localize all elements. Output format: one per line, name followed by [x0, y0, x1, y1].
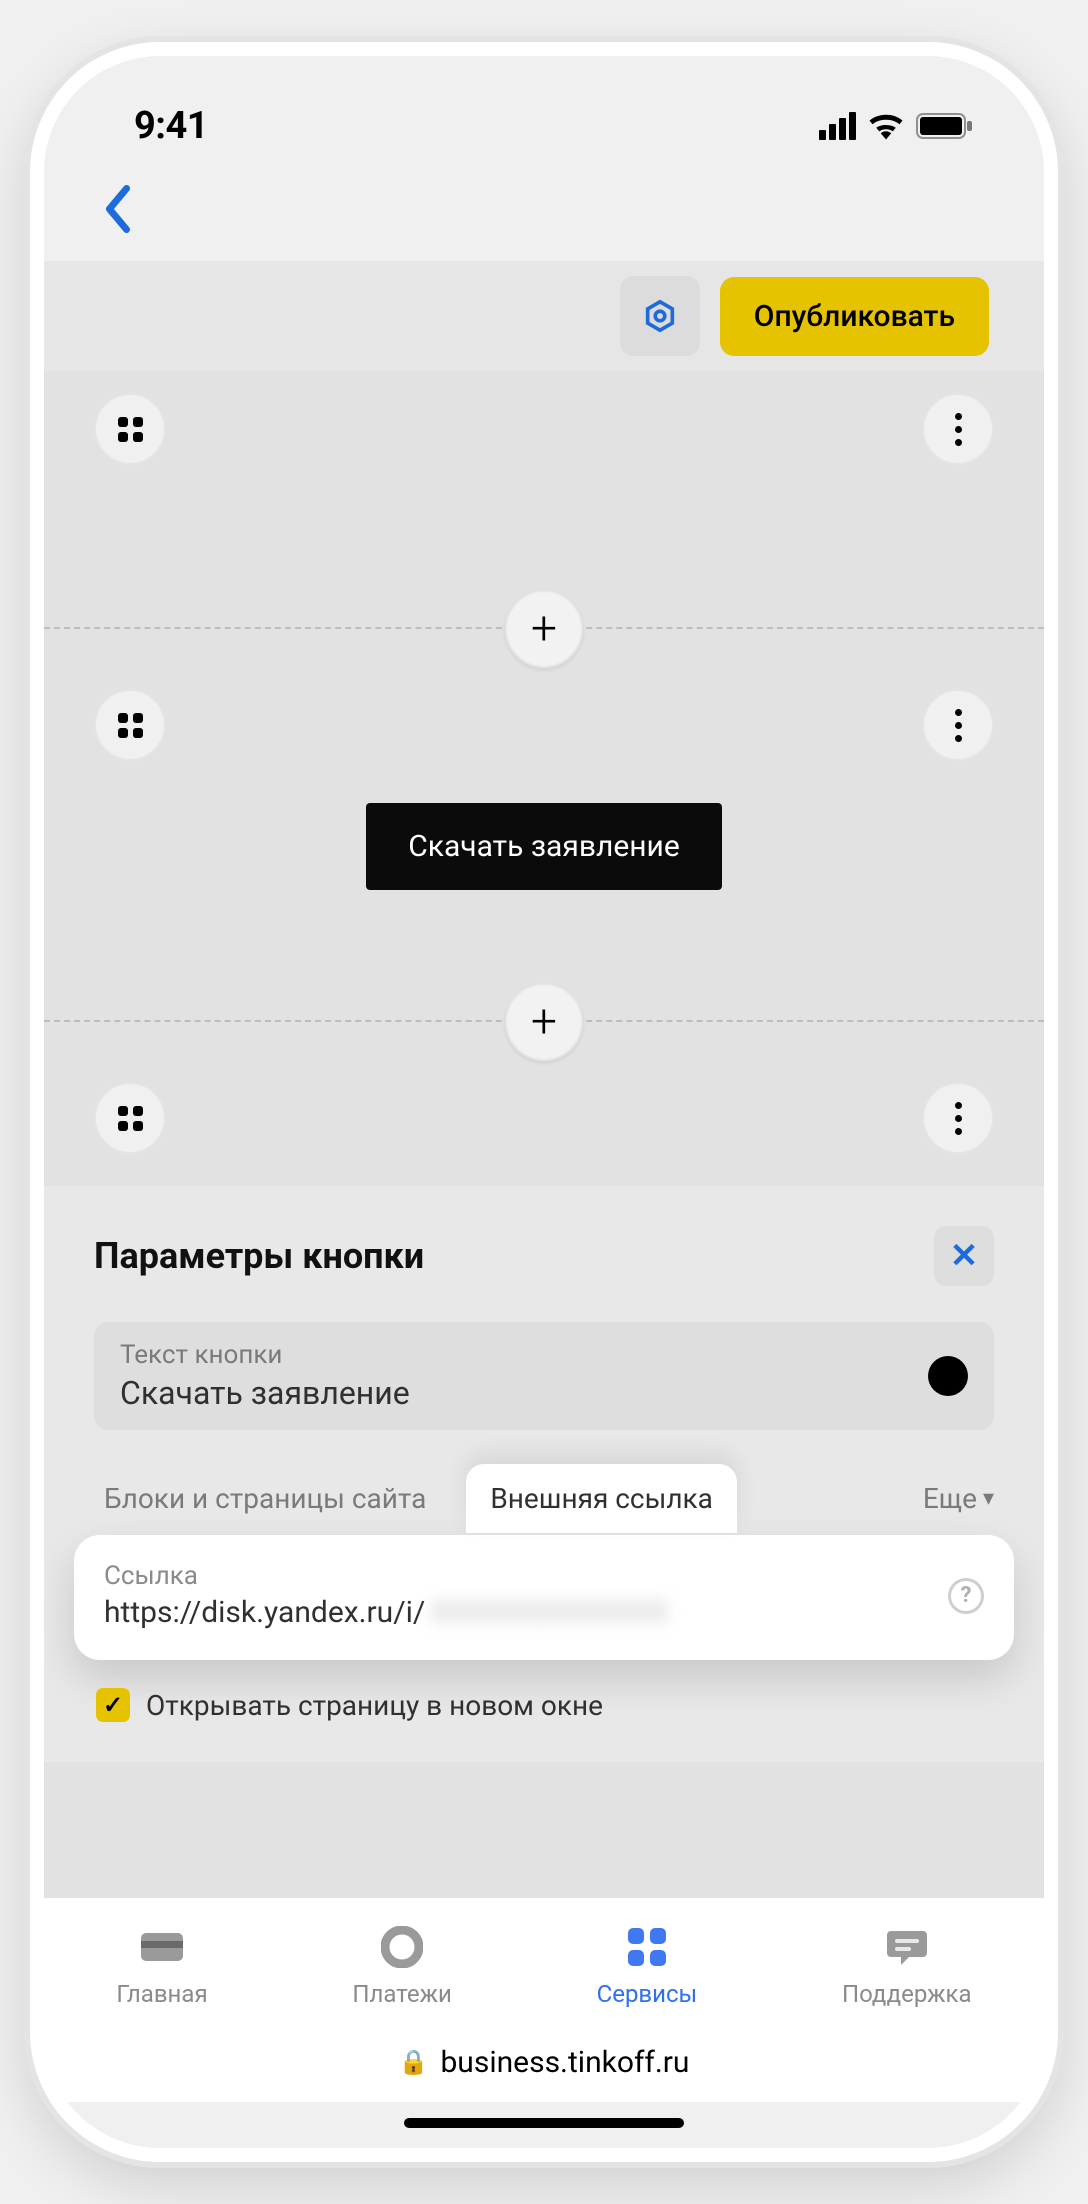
add-block-button[interactable]: + — [505, 590, 583, 668]
more-vertical-icon — [955, 1102, 962, 1135]
editor-block: Скачать заявление — [44, 667, 1044, 1020]
block-more-button[interactable] — [922, 393, 994, 465]
close-icon: ✕ — [950, 1236, 979, 1276]
back-chevron-icon[interactable] — [104, 185, 132, 243]
nav-back-row — [44, 166, 1044, 261]
panel-close-button[interactable]: ✕ — [934, 1226, 994, 1286]
nav-services[interactable]: Сервисы — [597, 1924, 698, 2008]
chevron-down-icon: ▾ — [983, 1486, 994, 1511]
circle-icon — [379, 1924, 425, 1970]
grip-icon — [118, 1106, 143, 1131]
signal-icon — [819, 112, 856, 140]
nav-payments[interactable]: Платежи — [352, 1924, 451, 2008]
bottom-nav: Главная Платежи Сервисы — [44, 1897, 1044, 2022]
link-field-label: Ссылка — [104, 1561, 948, 1591]
status-bar: 9:41 — [44, 56, 1044, 166]
publish-button[interactable]: Опубликовать — [720, 277, 989, 356]
block-more-button[interactable] — [922, 689, 994, 761]
button-params-panel: Параметры кнопки ✕ Текст кнопки Скачать … — [44, 1186, 1044, 1762]
lock-icon: 🔒 — [399, 2048, 429, 2076]
block-more-button[interactable] — [922, 1082, 994, 1154]
drag-handle[interactable] — [94, 393, 166, 465]
settings-button[interactable] — [620, 276, 700, 356]
gear-icon — [641, 297, 679, 335]
grip-icon — [118, 417, 143, 442]
button-color-swatch[interactable] — [928, 1356, 968, 1396]
nav-label: Платежи — [352, 1980, 451, 2008]
tab-site-blocks[interactable]: Блоки и страницы сайта — [94, 1464, 436, 1533]
grid-icon — [624, 1924, 670, 1970]
nav-home[interactable]: Главная — [116, 1924, 207, 2008]
editor-block — [44, 371, 1044, 627]
field-value: Скачать заявление — [120, 1374, 410, 1412]
link-field-value: https://disk.yandex.ru/i/ — [104, 1595, 425, 1630]
checkbox-label: Открывать страницу в новом окне — [146, 1689, 603, 1722]
wifi-icon — [868, 112, 904, 140]
status-icons — [819, 112, 974, 140]
battery-icon — [916, 112, 974, 140]
open-new-window-checkbox[interactable]: ✓ Открывать страницу в новом окне — [94, 1688, 994, 1722]
drag-handle[interactable] — [94, 1082, 166, 1154]
more-vertical-icon — [955, 413, 962, 446]
nav-label: Поддержка — [842, 1980, 972, 2008]
status-time: 9:41 — [134, 104, 208, 148]
more-vertical-icon — [955, 709, 962, 742]
editor-canvas: + Скачать заявление + — [44, 371, 1044, 1897]
link-obscured-part: XXXXXXXXXXXX — [431, 1595, 669, 1630]
home-indicator[interactable] — [404, 2118, 684, 2128]
download-button-preview[interactable]: Скачать заявление — [366, 803, 722, 890]
drag-handle[interactable] — [94, 689, 166, 761]
tab-more[interactable]: Еще ▾ — [923, 1482, 994, 1515]
tab-external-link[interactable]: Внешняя ссылка — [466, 1464, 737, 1533]
browser-url-bar[interactable]: 🔒 business.tinkoff.ru — [44, 2022, 1044, 2102]
checkbox-checked-icon: ✓ — [96, 1688, 130, 1722]
editor-block — [44, 1060, 1044, 1186]
nav-support[interactable]: Поддержка — [842, 1924, 972, 2008]
external-link-field[interactable]: Ссылка https://disk.yandex.ru/i/ XXXXXXX… — [74, 1535, 1014, 1660]
panel-title: Параметры кнопки — [94, 1235, 424, 1277]
nav-label: Главная — [116, 1980, 207, 2008]
chat-icon — [884, 1924, 930, 1970]
add-block-button[interactable]: + — [505, 983, 583, 1061]
help-icon[interactable]: ? — [948, 1578, 984, 1614]
nav-label: Сервисы — [597, 1980, 698, 2008]
button-text-field[interactable]: Текст кнопки Скачать заявление — [94, 1322, 994, 1430]
url-text: business.tinkoff.ru — [440, 2045, 689, 2080]
link-type-tabs: Блоки и страницы сайта Внешняя ссылка Ещ… — [94, 1464, 994, 1533]
tab-more-label: Еще — [923, 1482, 977, 1515]
field-label: Текст кнопки — [120, 1340, 410, 1370]
editor-toolbar: Опубликовать — [44, 261, 1044, 371]
card-icon — [139, 1924, 185, 1970]
grip-icon — [118, 713, 143, 738]
